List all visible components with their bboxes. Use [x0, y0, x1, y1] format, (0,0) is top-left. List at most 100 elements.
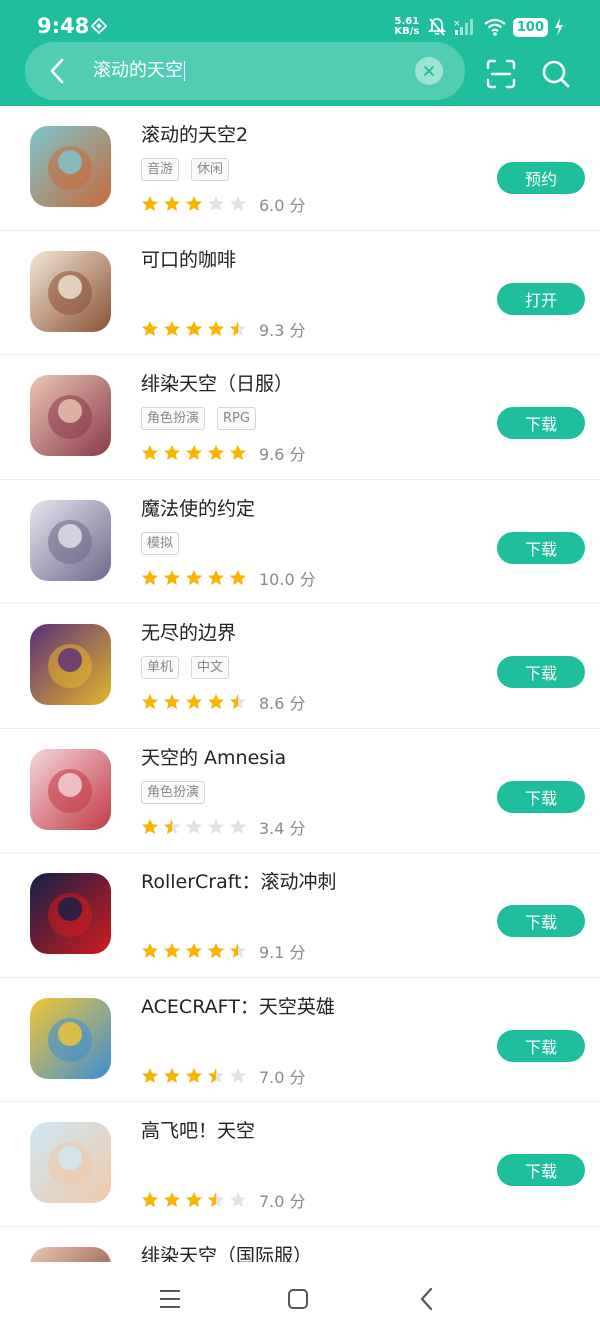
star-rating — [141, 320, 247, 338]
app-score: 7.0 分 — [259, 1067, 306, 1087]
back-button[interactable] — [42, 54, 72, 88]
download-button[interactable]: 下载 — [497, 905, 585, 937]
star-icon — [208, 818, 224, 834]
app-result-row[interactable]: 高飞吧！天空 7.0 分 下载 — [0, 1102, 600, 1227]
back-arrow-icon — [420, 1287, 433, 1311]
app-tag: 中文 — [191, 656, 230, 679]
download-button[interactable]: 下载 — [497, 656, 585, 688]
app-tag: 角色扮演 — [141, 407, 206, 430]
search-button[interactable] — [540, 58, 572, 90]
star-icon — [186, 1192, 202, 1207]
app-result-row[interactable]: ACECRAFT：天空英雄 7.0 分 下载 — [0, 978, 600, 1102]
star-icon — [230, 320, 246, 336]
star-icon — [164, 694, 180, 709]
app-name: ACECRAFT：天空英雄 — [141, 995, 335, 1018]
star-icon — [164, 196, 180, 211]
app-result-row[interactable]: 无尽的边界 单机 中文 8.6 分 下载 — [0, 604, 600, 729]
scan-button[interactable] — [485, 58, 517, 90]
app-icon[interactable] — [30, 748, 111, 830]
star-icon — [230, 1067, 246, 1083]
star-icon — [164, 1067, 180, 1083]
system-nav-bar — [0, 1262, 600, 1333]
download-button[interactable]: 下载 — [497, 407, 585, 439]
app-tags: 角色扮演 — [141, 780, 206, 804]
app-rating: 10.0 分 — [141, 566, 316, 590]
star-icon — [230, 818, 246, 834]
app-icon[interactable] — [30, 126, 111, 207]
star-icon — [164, 445, 180, 460]
nav-menu-button[interactable] — [155, 1284, 185, 1314]
app-result-row[interactable]: 天空的 Amnesia 角色扮演 3.4 分 下载 — [0, 729, 600, 853]
app-result-row[interactable]: 魔法使的约定 模拟 10.0 分 下载 — [0, 480, 600, 604]
open-button[interactable]: 打开 — [497, 282, 585, 315]
star-icon — [186, 445, 202, 460]
battery-level: 100 — [512, 17, 548, 37]
app-icon[interactable] — [30, 1122, 111, 1203]
star-icon — [230, 1192, 246, 1207]
download-button[interactable]: 下载 — [497, 531, 585, 564]
star-icon — [208, 445, 224, 460]
app-rating: 8.6 分 — [141, 690, 306, 714]
app-name: 滚动的天空2 — [141, 124, 249, 146]
app-tag: 音游 — [141, 158, 180, 181]
svg-text:×: × — [453, 19, 461, 29]
app-icon-art — [30, 873, 111, 954]
app-tags: 角色扮演 RPG — [141, 407, 256, 430]
app-icon[interactable] — [30, 250, 111, 332]
app-name: 可口的咖啡 — [141, 248, 237, 271]
clear-search-button[interactable] — [415, 57, 443, 85]
app-icon-art — [30, 126, 111, 207]
star-rating — [141, 1067, 247, 1085]
app-result-row[interactable]: 可口的咖啡 9.3 分 打开 — [0, 231, 600, 355]
nav-home-button[interactable] — [283, 1284, 313, 1314]
menu-icon — [160, 1290, 180, 1308]
star-icon — [186, 1067, 202, 1083]
star-rating — [141, 1191, 247, 1209]
reserve-button[interactable]: 预约 — [497, 162, 585, 194]
search-input[interactable]: 滚动的天空 — [93, 58, 185, 84]
star-icon — [230, 694, 246, 709]
app-result-row[interactable]: 绯染天空（日服） 角色扮演 RPG 9.6 分 下载 — [0, 355, 600, 480]
app-result-row[interactable]: 滚动的天空2 音游 休闲 6.0 分 预约 — [0, 106, 600, 231]
download-button[interactable]: 下载 — [497, 780, 585, 813]
star-icon — [186, 818, 202, 834]
star-rating — [141, 569, 247, 587]
app-rating: 6.0 分 — [141, 192, 306, 216]
star-icon — [164, 569, 180, 585]
app-icon-art — [30, 499, 111, 581]
search-bar[interactable] — [25, 42, 465, 100]
star-icon — [142, 818, 158, 834]
app-icon[interactable] — [30, 873, 111, 954]
app-name: 绯染天空（日服） — [141, 373, 294, 395]
star-icon — [164, 818, 180, 834]
app-icon[interactable] — [30, 499, 111, 581]
download-button[interactable]: 下载 — [497, 1029, 585, 1062]
star-icon — [208, 320, 224, 336]
star-icon — [142, 1067, 158, 1083]
nav-back-button[interactable] — [412, 1284, 442, 1314]
app-icon[interactable] — [30, 375, 111, 456]
star-icon — [142, 445, 158, 460]
app-rating: 7.0 分 — [141, 1064, 306, 1088]
charging-icon — [555, 18, 563, 36]
star-icon — [164, 943, 180, 958]
download-button[interactable]: 下载 — [497, 1154, 585, 1186]
star-icon — [186, 320, 202, 336]
star-rating — [141, 195, 247, 213]
app-score: 9.3 分 — [259, 320, 306, 340]
app-icon-art — [30, 375, 111, 456]
app-icon[interactable] — [30, 997, 111, 1079]
app-result-row[interactable]: RollerCraft：滚动冲刺 9.1 分 下载 — [0, 853, 600, 978]
search-icon — [542, 60, 570, 88]
app-rating: 9.1 分 — [141, 939, 306, 963]
app-icon[interactable] — [30, 624, 111, 705]
app-score: 3.4 分 — [259, 818, 306, 838]
app-icon-art — [30, 250, 111, 332]
app-score: 9.6 分 — [259, 445, 306, 464]
app-rating: 9.3 分 — [141, 317, 306, 341]
search-query: 滚动的天空 — [93, 60, 183, 81]
close-icon — [424, 66, 434, 76]
app-score: 10.0 分 — [259, 569, 316, 589]
star-rating — [141, 444, 247, 462]
app-name: 魔法使的约定 — [141, 497, 256, 520]
